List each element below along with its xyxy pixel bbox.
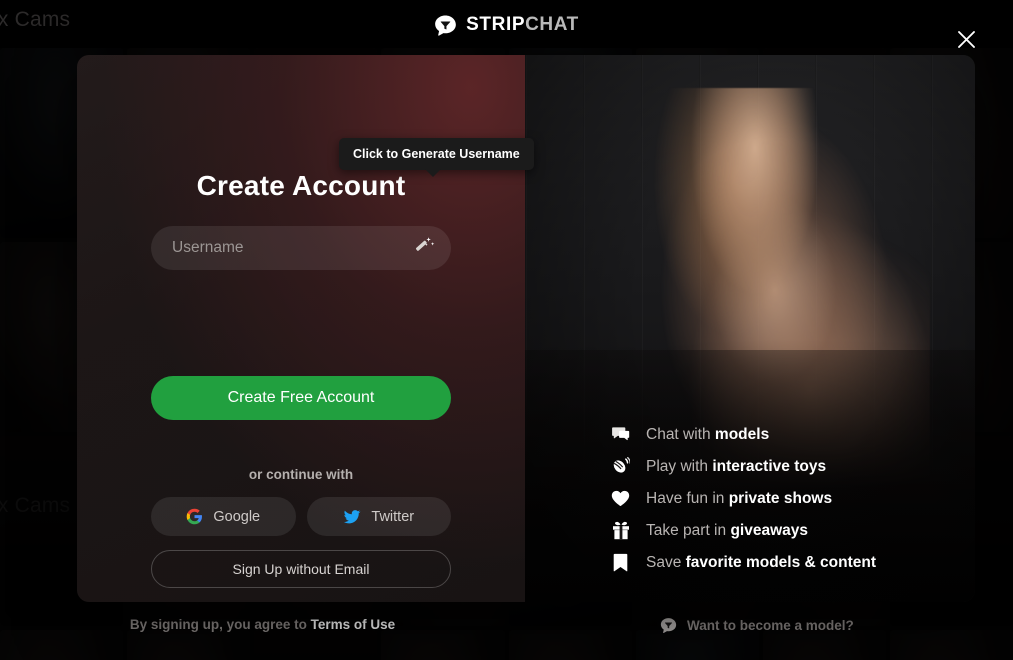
feature-item-chat: Chat with models xyxy=(611,425,876,444)
feature-label: Play with interactive toys xyxy=(646,457,827,475)
speech-bubble-logo-icon xyxy=(434,14,457,37)
site-logo[interactable]: STRIPCHAT xyxy=(0,12,1013,38)
username-field-wrapper xyxy=(151,226,451,270)
feature-list: Chat with models Play with interactive t… xyxy=(611,425,876,572)
speech-bubble-logo-icon xyxy=(660,617,677,634)
twitter-login-button[interactable]: Twitter xyxy=(306,497,451,536)
interactive-toy-icon xyxy=(611,457,630,476)
page-title: Create Account xyxy=(196,170,406,201)
logo-text-chat: CHAT xyxy=(525,14,579,35)
feature-item-giveaways: Take part in giveaways xyxy=(611,521,876,540)
close-modal-button[interactable] xyxy=(952,25,980,53)
feature-item-toys: Play with interactive toys xyxy=(611,457,876,476)
logo-text-strip: STRIP xyxy=(466,14,526,35)
become-a-model-link[interactable]: Want to become a model? xyxy=(660,617,854,634)
terms-text: By signing up, you agree to xyxy=(129,617,311,632)
feature-item-private-shows: Have fun in private shows xyxy=(611,489,876,508)
magic-wand-icon xyxy=(414,235,436,262)
promo-photo-panel: Chat with models Play with interactive t… xyxy=(525,55,975,602)
close-icon xyxy=(957,30,976,49)
terms-footer: By signing up, you agree to Terms of Use xyxy=(0,617,525,632)
feature-label: Take part in giveaways xyxy=(646,521,808,539)
heart-icon xyxy=(611,489,630,508)
feature-item-favorites: Save favorite models & content xyxy=(611,553,876,572)
google-login-button[interactable]: Google xyxy=(151,497,296,536)
divider-label: or continue with xyxy=(248,467,354,482)
feature-label: Have fun in private shows xyxy=(646,489,833,507)
bookmark-icon xyxy=(611,553,630,572)
signup-without-email-button[interactable]: Sign Up without Email xyxy=(151,550,451,588)
become-a-model-label: Want to become a model? xyxy=(687,618,854,633)
generate-username-tooltip: Click to Generate Username xyxy=(339,138,534,177)
feature-label: Chat with models xyxy=(646,425,770,443)
feature-label: Save favorite models & content xyxy=(646,553,876,571)
twitter-login-label: Twitter xyxy=(371,508,415,525)
generate-username-button[interactable] xyxy=(409,232,441,264)
username-input[interactable] xyxy=(151,226,451,270)
logo-text: STRIPCHAT xyxy=(466,14,579,36)
google-icon xyxy=(186,508,203,525)
terms-of-use-link[interactable]: Terms of Use xyxy=(311,617,396,632)
create-free-account-button[interactable]: Create Free Account xyxy=(151,376,451,420)
username-field[interactable] xyxy=(151,226,451,270)
gift-icon xyxy=(611,521,630,540)
google-login-label: Google xyxy=(213,508,261,525)
twitter-bird-icon xyxy=(343,508,361,526)
social-login-row: Google Twitter xyxy=(151,497,451,536)
chat-bubbles-icon xyxy=(611,425,630,444)
page-root: ex Cams n ex Cams STRIPCHAT Create Accou… xyxy=(0,0,1013,660)
